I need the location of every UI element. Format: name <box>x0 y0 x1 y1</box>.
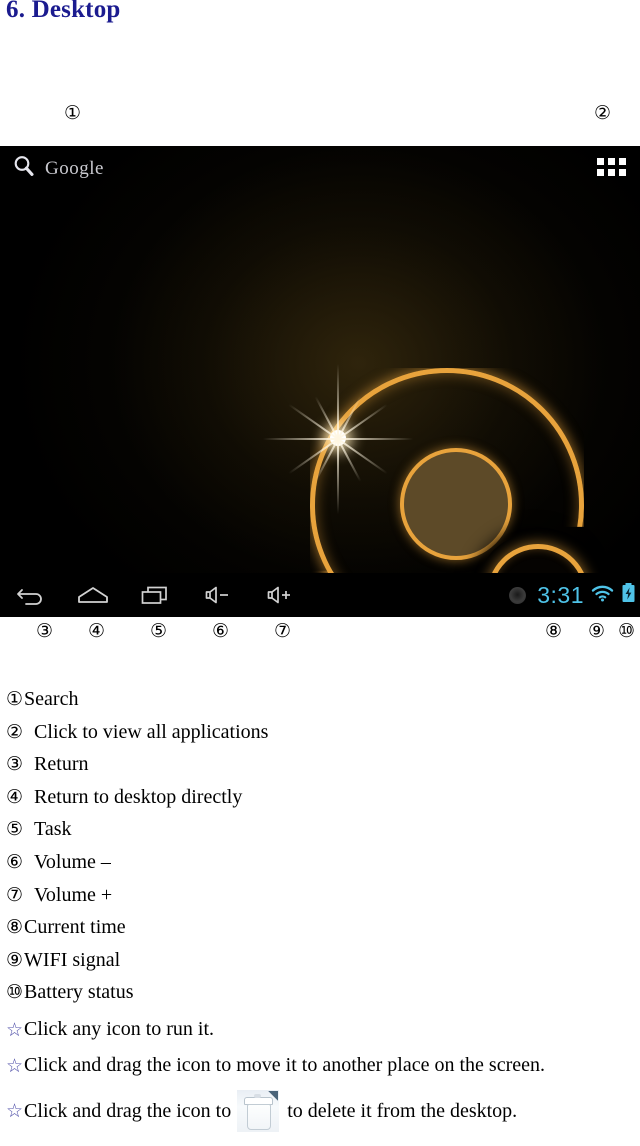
notification-dot-icon[interactable] <box>509 586 527 604</box>
search-widget-label: Google <box>45 157 104 179</box>
volume-up-icon[interactable] <box>248 573 310 617</box>
recent-apps-icon[interactable] <box>124 573 186 617</box>
legend-text: Volume – <box>34 850 111 873</box>
legend-item-7: ⑦ Volume + <box>6 884 626 917</box>
callout-10-battery: ⑩ <box>618 620 636 642</box>
back-icon[interactable] <box>0 573 62 617</box>
legend-text: Task <box>34 818 72 841</box>
wallpaper-lens-flare <box>263 364 413 514</box>
tip-text: Click any icon to run it. <box>24 1018 215 1040</box>
wifi-icon[interactable] <box>591 583 614 608</box>
legend-text: Battery status <box>24 981 134 1004</box>
tip-text: Click and drag the icon to move it to an… <box>24 1054 545 1076</box>
legend-number: ⑨ <box>6 948 24 971</box>
legend-item-10: ⑩ Battery status <box>6 981 626 1014</box>
callout-5-task: ⑤ <box>150 620 168 642</box>
legend-item-9: ⑨ WIFI signal <box>6 949 626 982</box>
star-icon: ☆ <box>6 1018 24 1041</box>
tips-list: ☆ Click any icon to run it. ☆ Click and … <box>6 1018 636 1145</box>
tip-text-before: Click and drag the icon to <box>24 1099 232 1122</box>
callout-4-home: ④ <box>88 620 106 642</box>
legend-text: Click to view all applications <box>34 720 269 743</box>
legend-number: ⑥ <box>6 850 24 873</box>
legend-number: ⑤ <box>6 818 24 841</box>
legend-item-5: ⑤ Task <box>6 818 626 851</box>
search-icon <box>12 154 36 183</box>
legend-number: ⑩ <box>6 981 24 1004</box>
legend-text: Return <box>34 753 89 776</box>
wallpaper-inner-disc <box>400 448 512 560</box>
legend-number: ④ <box>6 785 24 808</box>
legend-text: Return to desktop directly <box>34 785 243 808</box>
volume-down-icon[interactable] <box>186 573 248 617</box>
callout-1-search: ① <box>64 102 82 124</box>
callout-6-volume-down: ⑥ <box>212 620 230 642</box>
page-title: 6. Desktop <box>6 0 121 23</box>
trash-bin-icon <box>237 1090 280 1132</box>
google-search-widget[interactable]: Google <box>12 154 104 183</box>
desktop-wallpaper <box>0 146 640 617</box>
legend-item-8: ⑧ Current time <box>6 916 626 949</box>
callout-2-all-apps: ② <box>594 102 612 124</box>
tip-delete-icon: ☆ Click and drag the icon to to delete i… <box>6 1090 636 1132</box>
legend-list: ① Search ② Click to view all application… <box>6 688 626 1014</box>
home-icon[interactable] <box>62 573 124 617</box>
legend-text: Volume + <box>34 883 113 906</box>
legend-number: ⑧ <box>6 916 24 939</box>
legend-item-2: ② Click to view all applications <box>6 721 626 754</box>
apps-grid-icon[interactable] <box>597 158 626 176</box>
star-icon: ☆ <box>6 1054 24 1077</box>
callout-row: ③ ④ ⑤ ⑥ ⑦ ⑧ ⑨ ⑩ <box>0 622 640 656</box>
legend-item-1: ① Search <box>6 688 626 721</box>
legend-number: ② <box>6 720 24 743</box>
callout-9-wifi: ⑨ <box>588 620 606 642</box>
legend-number: ⑦ <box>6 883 24 906</box>
star-icon: ☆ <box>6 1100 24 1122</box>
legend-number: ① <box>6 688 24 710</box>
legend-number: ③ <box>6 753 24 776</box>
callout-3-return: ③ <box>36 620 54 642</box>
callout-8-time: ⑧ <box>545 620 563 642</box>
legend-item-4: ④ Return to desktop directly <box>6 786 626 819</box>
callout-7-volume-up: ⑦ <box>274 620 292 642</box>
status-clock[interactable]: 3:31 <box>537 583 584 607</box>
legend-item-6: ⑥ Volume – <box>6 851 626 884</box>
device-screenshot: Google 3:31 <box>0 146 640 617</box>
legend-text: Search <box>24 688 79 710</box>
tip-run-icon: ☆ Click any icon to run it. <box>6 1018 636 1041</box>
tip-move-icon: ☆ Click and drag the icon to move it to … <box>6 1054 636 1077</box>
legend-item-3: ③ Return <box>6 753 626 786</box>
tip-text-after: to delete it from the desktop. <box>287 1099 518 1122</box>
legend-text: WIFI signal <box>24 948 121 971</box>
legend-text: Current time <box>24 916 126 939</box>
battery-charging-icon[interactable] <box>621 582 636 609</box>
system-navigation-bar: 3:31 <box>0 573 640 617</box>
